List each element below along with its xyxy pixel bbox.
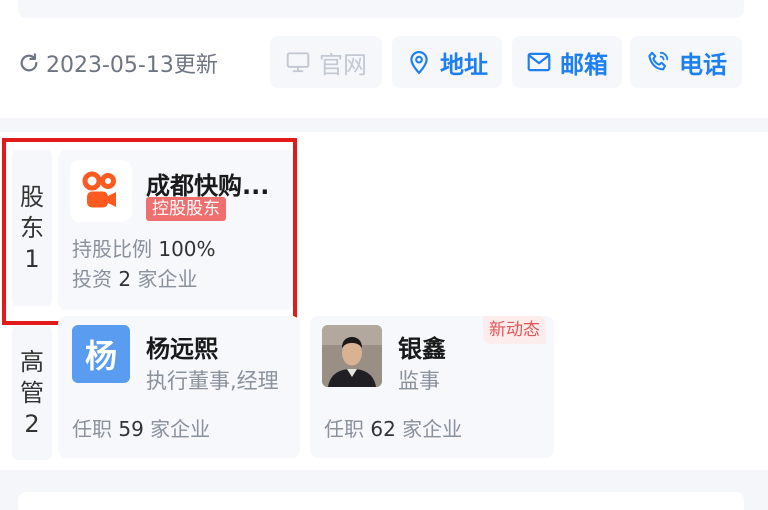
- person-photo-icon: [322, 325, 382, 387]
- job-count-value: 59: [118, 417, 144, 441]
- section-divider: [0, 118, 768, 132]
- update-date: 2023-05-13更新: [46, 53, 218, 78]
- phone-button[interactable]: 电话: [630, 36, 742, 88]
- label-char: 管: [20, 378, 44, 407]
- phone-label: 电话: [679, 50, 727, 79]
- next-card-edge: [18, 492, 744, 510]
- avatar: 杨: [72, 325, 130, 383]
- update-info: 2023-05-13更新: [18, 44, 218, 82]
- website-button[interactable]: 官网: [270, 36, 382, 88]
- job-prefix: 任职: [324, 417, 364, 441]
- job-suffix: 家企业: [402, 417, 463, 441]
- job-count: 任职 59 家企业: [72, 413, 210, 442]
- job-count-value: 62: [370, 417, 396, 441]
- job-suffix: 家企业: [150, 417, 211, 441]
- address-label: 地址: [440, 50, 488, 79]
- avatar: [322, 325, 382, 387]
- executive-section-label[interactable]: 高 管 2: [12, 326, 52, 460]
- job-prefix: 任职: [72, 417, 112, 441]
- executive-count: 2: [24, 409, 40, 438]
- executive-name[interactable]: 杨远熙: [146, 329, 218, 364]
- highlight-box: [2, 138, 297, 325]
- mail-icon: [527, 52, 551, 72]
- new-activity-badge: 新动态: [483, 316, 546, 344]
- refresh-icon: [20, 53, 38, 72]
- phone-icon: [648, 51, 669, 71]
- section-divider: [0, 470, 768, 510]
- label-char: 高: [20, 347, 44, 376]
- website-label: 官网: [319, 50, 367, 79]
- monitor-icon: [286, 52, 310, 73]
- email-label: 邮箱: [560, 50, 608, 79]
- location-pin-icon: [410, 51, 428, 75]
- email-button[interactable]: 邮箱: [512, 36, 622, 88]
- executive-role: 监事: [398, 369, 440, 393]
- job-count: 任职 62 家企业: [324, 413, 462, 442]
- previous-card-edge: [18, 0, 744, 18]
- executive-name[interactable]: 银鑫: [398, 329, 446, 364]
- executive-role: 执行董事,经理: [146, 369, 279, 393]
- address-button[interactable]: 地址: [392, 36, 502, 88]
